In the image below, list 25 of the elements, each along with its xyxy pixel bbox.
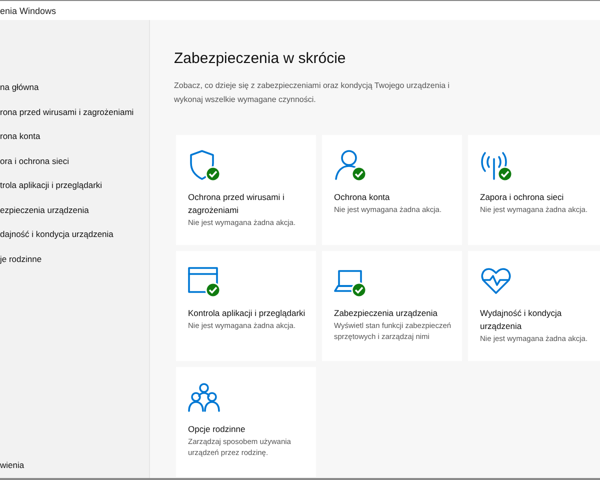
sidebar-item[interactable]: rona przed wirusami i zagrożeniami	[0, 104, 149, 119]
browser-window-icon	[188, 265, 220, 297]
page-heading: Zabezpieczenia w skrócie	[174, 50, 347, 67]
card-title: Wydajność i kondycja urządzenia	[480, 307, 563, 333]
sidebar-item[interactable]: ezpieczenia urządzenia	[0, 202, 149, 217]
card-title: Zapora i ochrona sieci	[480, 191, 565, 204]
card-title: Opcje rodzinne	[188, 423, 246, 436]
antenna-icon	[480, 149, 512, 181]
sidebar-item[interactable]: na główna	[0, 80, 149, 94]
sidebar-item[interactable]: wienia	[0, 458, 149, 472]
card-title: Ochrona konta	[334, 191, 391, 204]
sidebar-item[interactable]: rona konta	[0, 129, 149, 144]
sidebar-item[interactable]: je rodzinne	[0, 252, 149, 266]
card-title: Zabezpieczenia urządzenia	[334, 307, 438, 320]
family-icon	[188, 381, 220, 413]
shield-icon	[188, 149, 220, 181]
person-icon	[334, 149, 366, 181]
page-description: Zobacz, co dzieje się z zabezpieczeniami oraz kondycją Twojego urządzenia i wykonaj wszelkie wymagane czynności.	[174, 80, 451, 106]
sidebar-item[interactable]: ora i ochrona sieci	[0, 154, 149, 168]
sidebar-item[interactable]: dajność i kondycja urządzenia	[0, 227, 149, 242]
heart-pulse-icon	[480, 265, 512, 297]
card-title: Kontrola aplikacji i przeglądarki	[188, 307, 306, 320]
window-title: enia Windows	[0, 6, 56, 16]
sidebar-item[interactable]: trola aplikacji i przeglądarki	[0, 178, 149, 192]
card-title: Ochrona przed wirusami i zagrożeniami	[188, 191, 286, 217]
